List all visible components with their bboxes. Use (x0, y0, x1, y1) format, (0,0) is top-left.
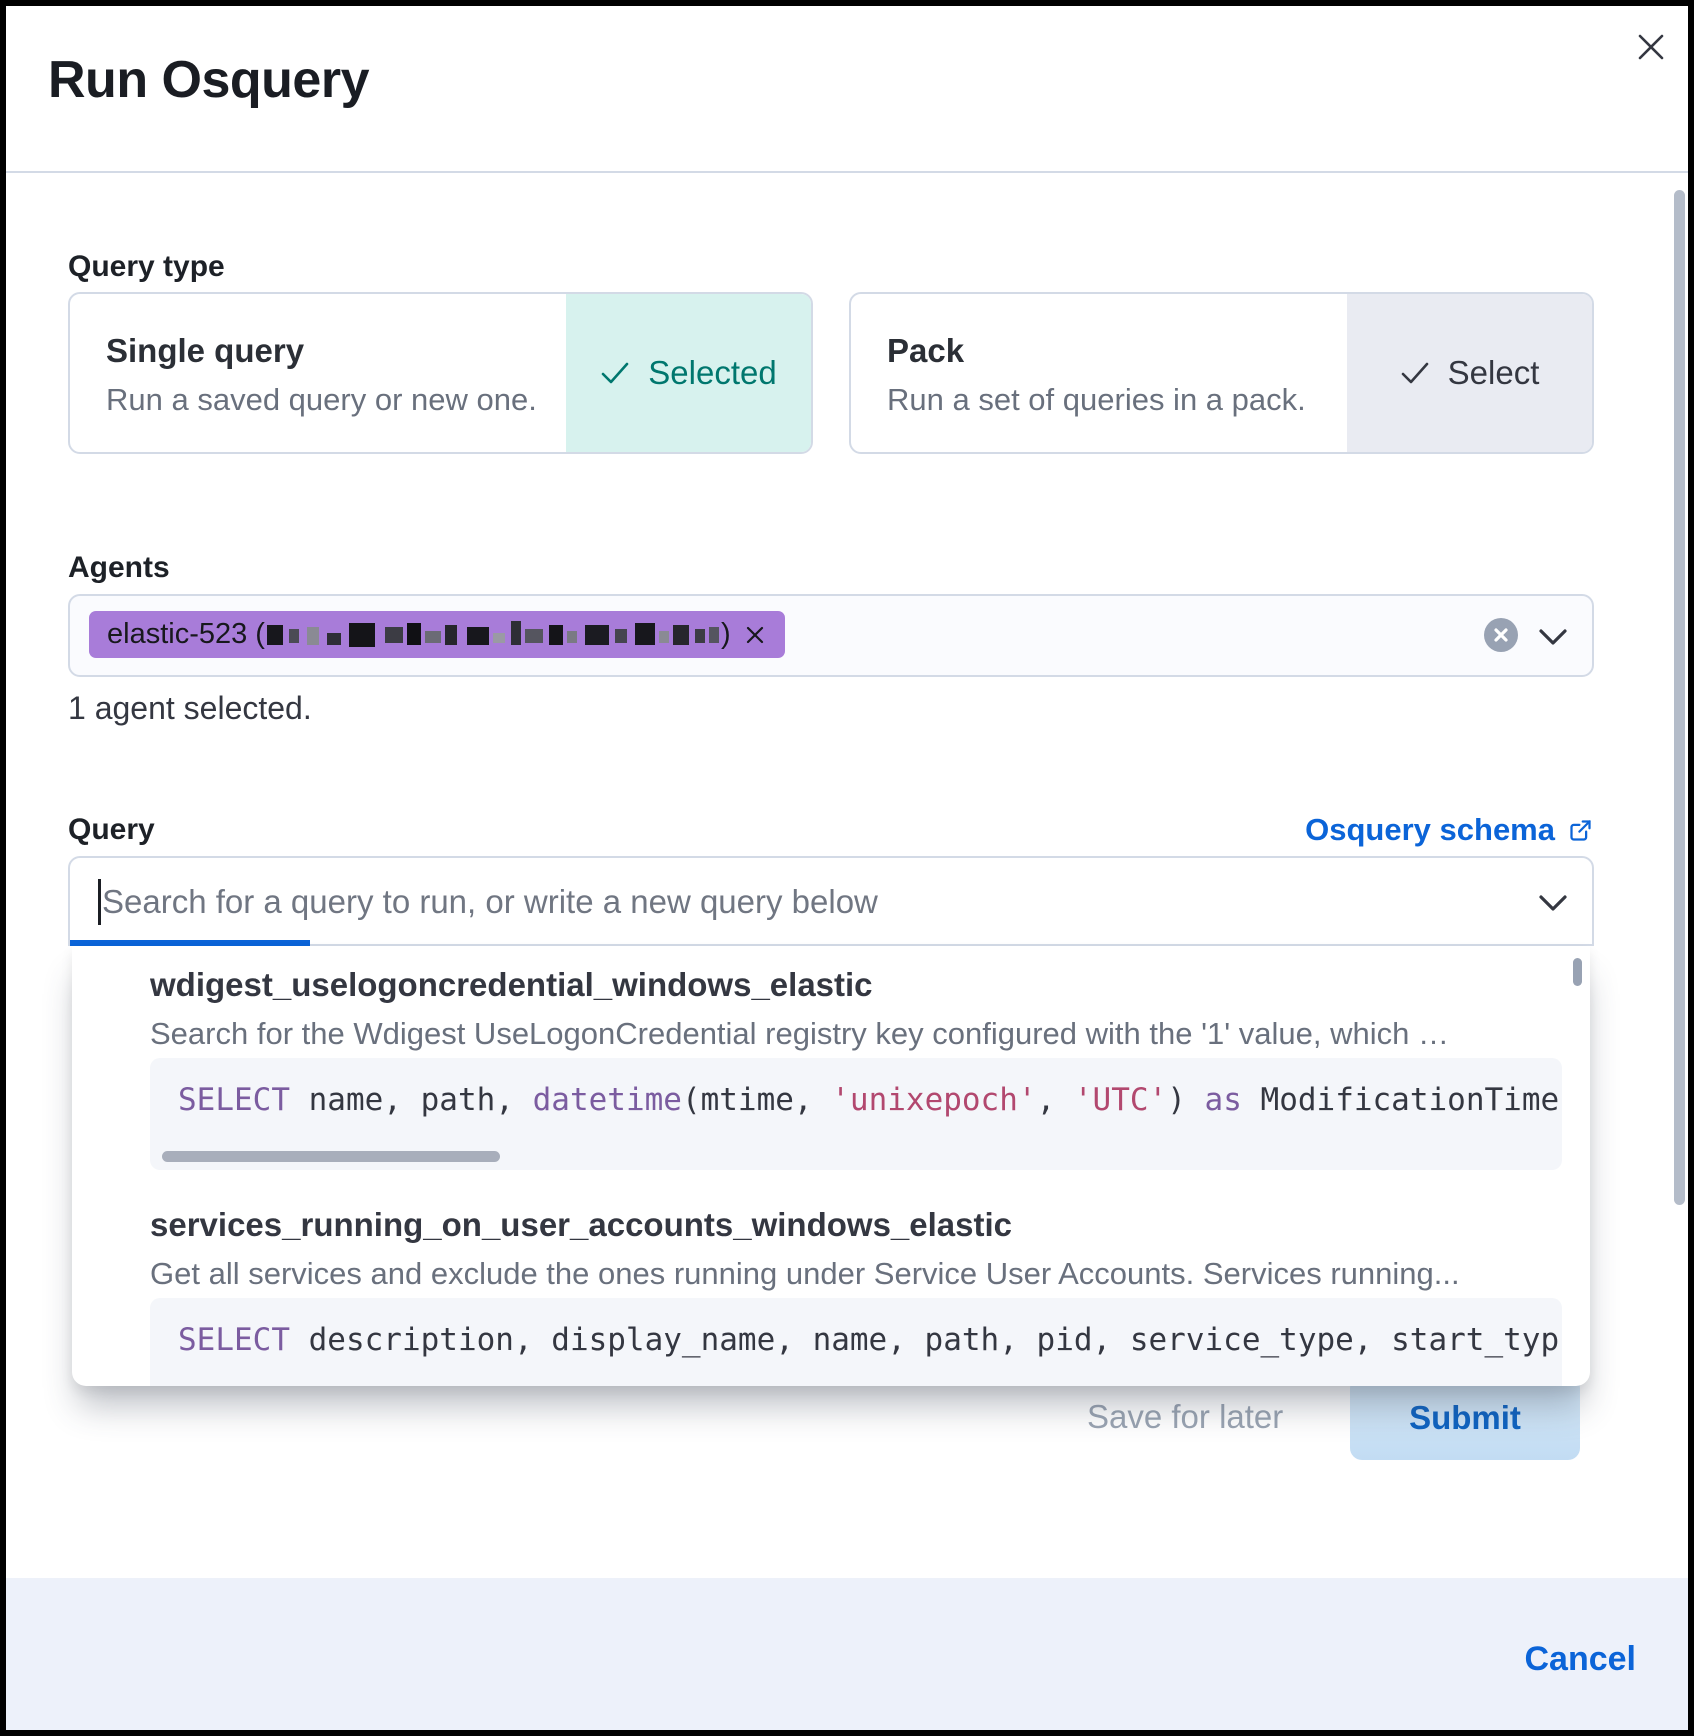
code-horizontal-scrollbar-thumb[interactable] (162, 1151, 500, 1162)
query-suggestions-dropdown: wdigest_uselogoncredential_windows_elast… (72, 946, 1590, 1386)
agent-badge-prefix: elastic-523 ( (107, 618, 265, 651)
dropdown-scrollbar-thumb[interactable] (1573, 958, 1582, 986)
suggestion-code-block: SELECT description, display_name, name, … (150, 1298, 1562, 1386)
code-token: ModificationTime (1242, 1082, 1559, 1118)
agents-label: Agents (68, 551, 170, 585)
suggestion-option-wdigest[interactable]: wdigest_uselogoncredential_windows_elast… (72, 946, 1590, 1170)
agent-badge-suffix: ) (721, 618, 731, 651)
suggestion-description: Search for the Wdigest UseLogonCredentia… (150, 1016, 1562, 1052)
suggestion-code-block: SELECT name, path, datetime(mtime, 'unix… (150, 1058, 1562, 1170)
code-token: , (1037, 1082, 1074, 1118)
check-icon (1400, 361, 1430, 385)
code-token: 'UTC' (1074, 1082, 1167, 1118)
osquery-schema-link[interactable]: Osquery schema (1305, 812, 1594, 848)
external-link-icon (1567, 817, 1594, 844)
selected-status-label: Selected (648, 354, 776, 392)
agents-combobox[interactable]: elastic-523 ( ) (68, 594, 1594, 677)
pack-card-text: Pack Run a set of queries in a pack. (851, 294, 1347, 452)
agent-badge[interactable]: elastic-523 ( ) (89, 611, 785, 658)
combobox-clear-button[interactable] (1484, 618, 1518, 652)
query-type-cards: Single query Run a saved query or new on… (68, 292, 1594, 454)
query-type-label: Query type (68, 250, 225, 284)
agents-selected-summary: 1 agent selected. (68, 690, 312, 727)
suggestion-title: wdigest_uselogoncredential_windows_elast… (150, 966, 1562, 1004)
pack-card[interactable]: Pack Run a set of queries in a pack. Sel… (849, 292, 1594, 454)
check-icon (600, 361, 630, 385)
query-label: Query (68, 813, 155, 847)
code-token: 'unixepoch' (831, 1082, 1036, 1118)
close-button[interactable] (1634, 24, 1680, 70)
card-description: Run a saved query or new one. (106, 382, 566, 418)
single-query-selected-panel: Selected (566, 294, 811, 452)
code-token: ) (1167, 1082, 1204, 1118)
code-token: name, path, (290, 1082, 533, 1118)
badge-remove-icon[interactable] (743, 623, 767, 647)
card-title: Single query (106, 332, 566, 370)
modal-scrollbar-thumb[interactable] (1674, 190, 1685, 1205)
page-title: Run Osquery (48, 50, 369, 110)
code-token: SELECT (178, 1082, 290, 1118)
suggestion-description: Get all services and exclude the ones ru… (150, 1256, 1562, 1292)
modal-footer: Cancel (0, 1578, 1694, 1736)
code-token: (mtime, (682, 1082, 831, 1118)
suggestion-title: services_running_on_user_accounts_window… (150, 1206, 1562, 1244)
pack-select-panel: Select (1347, 294, 1592, 452)
query-chevron-down-icon[interactable] (1538, 894, 1568, 912)
osquery-schema-link-label: Osquery schema (1305, 812, 1555, 848)
single-query-card[interactable]: Single query Run a saved query or new on… (68, 292, 813, 454)
run-osquery-modal: Run Osquery Query type Single query Run … (0, 0, 1694, 1736)
select-status-label: Select (1448, 354, 1540, 392)
combobox-chevron-down-icon[interactable] (1538, 628, 1568, 646)
submit-button[interactable]: Submit (1350, 1376, 1580, 1460)
cancel-button[interactable]: Cancel (1525, 1640, 1637, 1679)
suggestion-option-services[interactable]: services_running_on_user_accounts_window… (72, 1206, 1590, 1386)
text-caret (98, 879, 101, 925)
header-divider (6, 171, 1688, 173)
single-query-card-text: Single query Run a saved query or new on… (70, 294, 566, 452)
code-token: as (1205, 1082, 1242, 1118)
query-search-field (68, 856, 1594, 946)
clear-x-icon (1493, 627, 1509, 643)
code-token: SELECT (178, 1322, 290, 1358)
code-token: description, display_name, name, path, p… (290, 1322, 1559, 1358)
query-search-input[interactable] (100, 866, 1484, 938)
card-title: Pack (887, 332, 1347, 370)
redacted-agent-details (267, 619, 719, 651)
card-description: Run a set of queries in a pack. (887, 382, 1347, 418)
save-for-later-button[interactable]: Save for later (1087, 1398, 1283, 1436)
close-icon (1634, 30, 1680, 64)
code-token: datetime (533, 1082, 682, 1118)
